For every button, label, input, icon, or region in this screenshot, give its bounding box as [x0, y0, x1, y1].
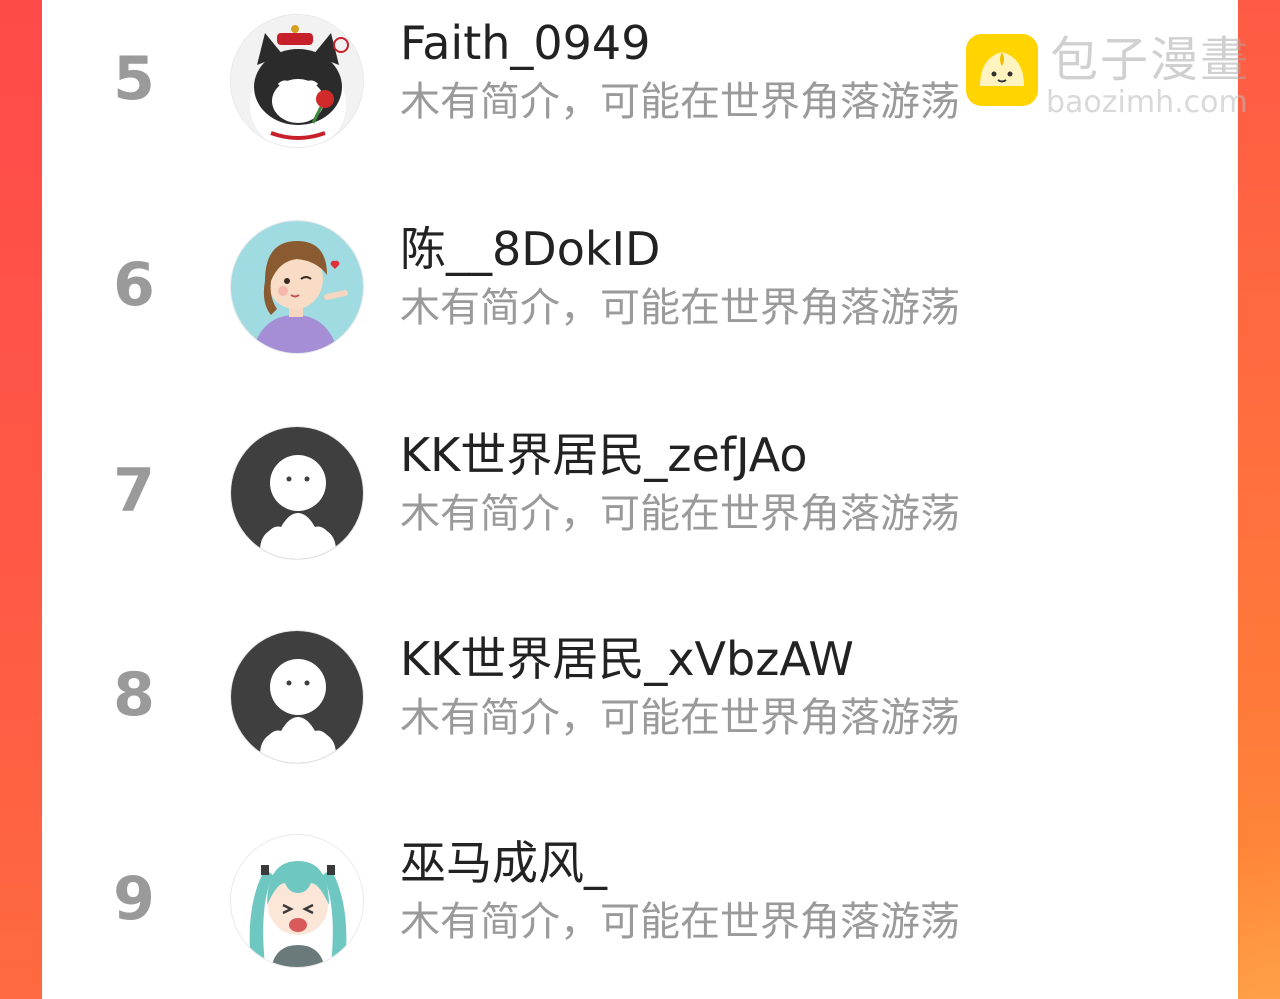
watermark-title: 包子漫畫: [1050, 32, 1251, 88]
list-item[interactable]: 9 巫马成风_ 木有简介，可能在世界角落游荡: [42, 826, 1238, 976]
user-bio: 木有简介，可能在世界角落游荡: [400, 491, 960, 537]
rank-number: 7: [113, 456, 155, 526]
right-accent-border: [1238, 0, 1280, 999]
user-bio: 木有简介，可能在世界角落游荡: [400, 695, 960, 741]
user-bio: 木有简介，可能在世界角落游荡: [400, 899, 960, 945]
username[interactable]: 巫马成风_: [400, 836, 607, 890]
rank-number: 9: [113, 864, 155, 934]
anime-girl-avatar-icon[interactable]: [230, 834, 364, 968]
rank-number: 6: [113, 250, 155, 320]
site-watermark: 包子漫畫 baozimh.com: [966, 32, 1266, 120]
rank-number: 8: [113, 660, 155, 730]
girl-avatar-icon[interactable]: [230, 220, 364, 354]
list-item[interactable]: 6 陈__8DokID 木有简介，可能在世界角落游荡: [42, 212, 1238, 362]
cat-avatar-icon[interactable]: [230, 14, 364, 148]
watermark-url: baozimh.com: [1046, 85, 1248, 120]
list-item[interactable]: 7 KK世界居民_zefJAo 木有简介，可能在世界角落游荡: [42, 418, 1238, 568]
user-bio: 木有简介，可能在世界角落游荡: [400, 285, 960, 331]
ranking-list-panel: 5 Faith_0949 木有简介，可能在世界角落游荡 6 陈__8DokID …: [42, 0, 1238, 999]
default-user-avatar-icon[interactable]: [230, 426, 364, 560]
username[interactable]: KK世界居民_xVbzAW: [400, 632, 854, 686]
list-item[interactable]: 8 KK世界居民_xVbzAW 木有简介，可能在世界角落游荡: [42, 622, 1238, 772]
username[interactable]: Faith_0949: [400, 16, 650, 70]
bun-mascot-icon: [966, 34, 1038, 106]
rank-number: 5: [113, 44, 155, 114]
username[interactable]: 陈__8DokID: [400, 222, 660, 276]
default-user-avatar-icon[interactable]: [230, 630, 364, 764]
username[interactable]: KK世界居民_zefJAo: [400, 428, 808, 482]
corner-fold: [1238, 739, 1280, 999]
user-bio: 木有简介，可能在世界角落游荡: [400, 79, 960, 125]
left-accent-border: [0, 0, 42, 999]
